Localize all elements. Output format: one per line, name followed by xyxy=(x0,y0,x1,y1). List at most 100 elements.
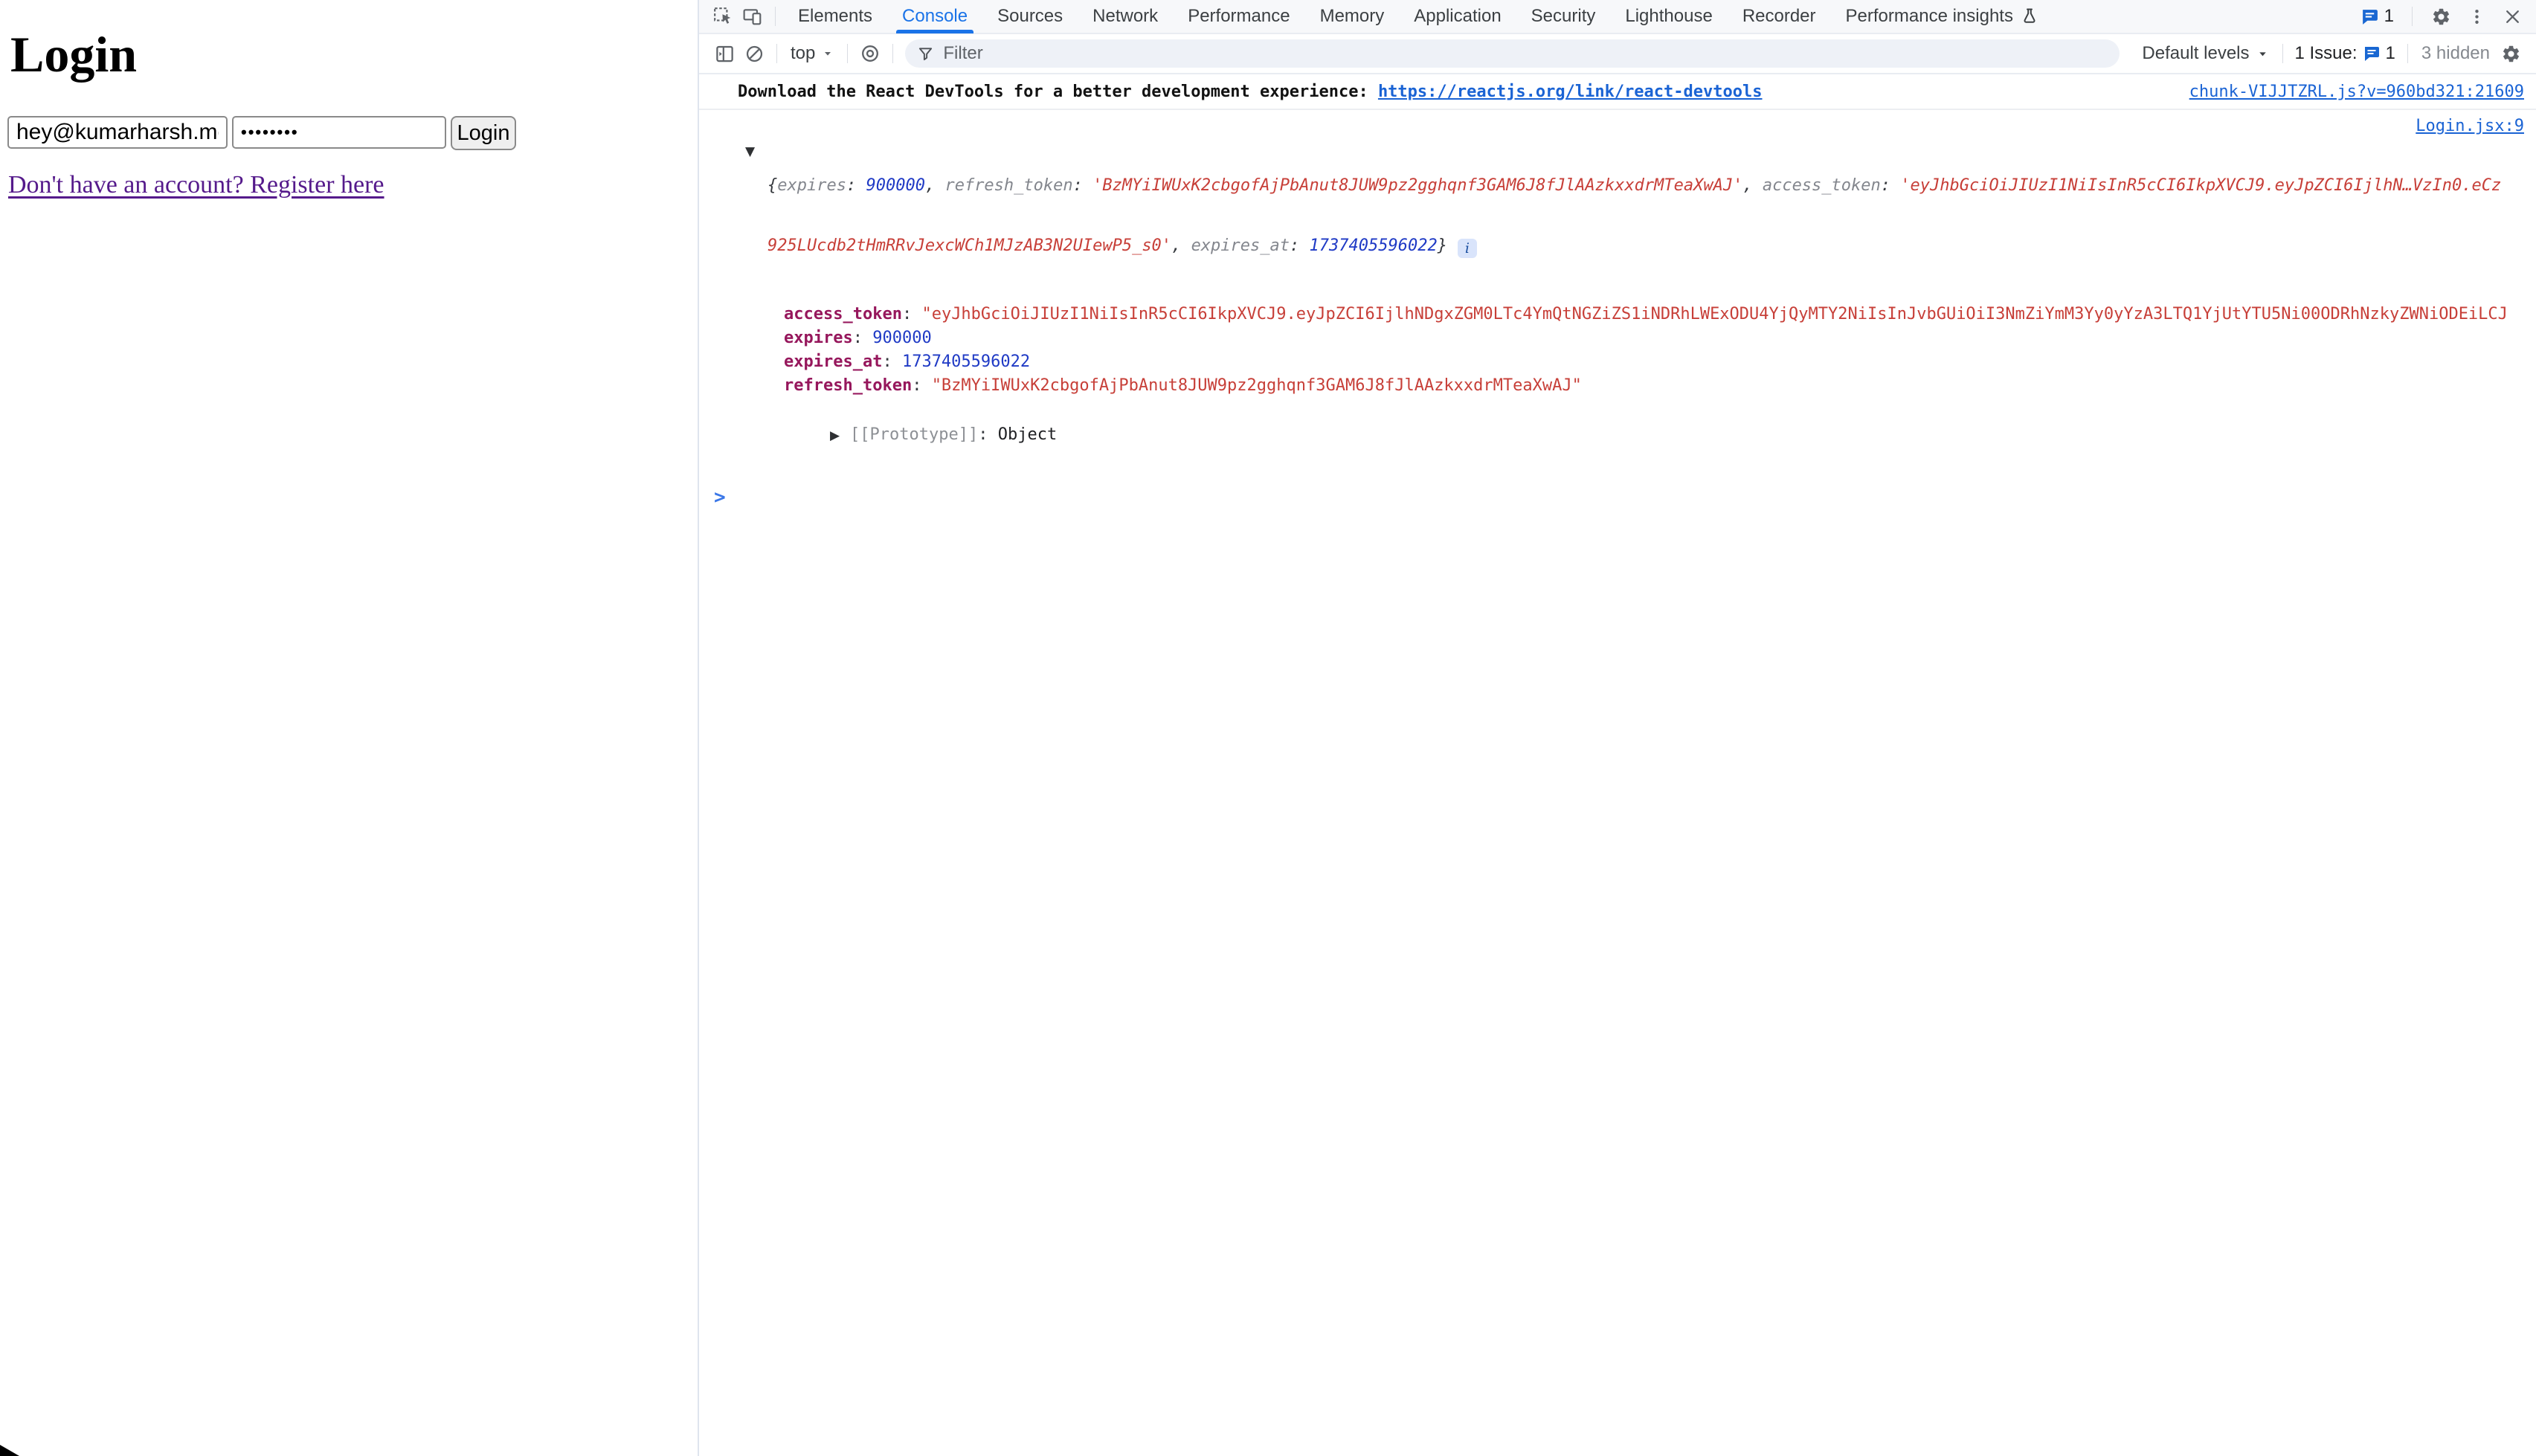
tab-application[interactable]: Application xyxy=(1399,0,1516,33)
page-title: Login xyxy=(10,25,137,84)
separator xyxy=(2412,7,2413,26)
inspect-element-icon[interactable] xyxy=(708,1,738,32)
prototype-colon: : xyxy=(978,425,998,444)
property-colon: : xyxy=(912,376,932,395)
tab-network[interactable]: Network xyxy=(1078,0,1173,33)
tabbar-right-controls: 1 xyxy=(2356,1,2527,32)
console-sidebar-icon[interactable] xyxy=(709,39,739,68)
clear-console-icon[interactable] xyxy=(739,39,769,68)
preview-segment: : xyxy=(1290,236,1310,255)
console-settings-gear-icon[interactable] xyxy=(2496,39,2526,68)
prototype-label: [[Prototype]] xyxy=(850,425,978,444)
password-field[interactable] xyxy=(232,116,446,149)
preview-segment: : xyxy=(1073,176,1093,195)
tab-label: Performance xyxy=(1188,6,1290,27)
register-link[interactable]: Don't have an account? Register here xyxy=(8,171,384,199)
login-page: Login Login Don't have an account? Regis… xyxy=(0,0,696,1456)
object-preview: {expires: 900000, refresh_token: 'BzMYiI… xyxy=(767,110,2536,298)
context-selector[interactable]: top xyxy=(785,43,840,64)
console-prompt-row[interactable]: > xyxy=(699,477,2536,509)
tab-label: Console xyxy=(902,6,968,27)
object-expand-arrow[interactable]: ▼ xyxy=(745,144,755,159)
prototype-expand-arrow[interactable]: ▶ xyxy=(830,428,840,443)
tab-performance[interactable]: Performance xyxy=(1173,0,1304,33)
preview-segment: , xyxy=(1742,176,1763,195)
separator xyxy=(2407,44,2408,63)
separator xyxy=(775,7,776,26)
issues-bubble-icon xyxy=(2360,7,2379,26)
context-selector-label: top xyxy=(791,43,815,64)
tab-label: Lighthouse xyxy=(1625,6,1712,27)
property-colon: : xyxy=(902,305,922,323)
prototype-row: ▶ [[Prototype]]: Object xyxy=(751,399,2536,471)
close-devtools-icon[interactable] xyxy=(2497,1,2527,32)
issues-counter[interactable]: 1 xyxy=(2356,6,2398,27)
preview-segment: : xyxy=(846,176,866,195)
issues-label: 1 Issue: xyxy=(2295,43,2358,64)
tab-label: Elements xyxy=(798,6,872,27)
react-devtools-link[interactable]: https://reactjs.org/link/react-devtools xyxy=(1378,83,1763,101)
log-levels-label: Default levels xyxy=(2142,43,2249,64)
property-row-expires_at: expires_at: 1737405596022 xyxy=(784,350,2536,374)
kebab-menu-icon[interactable] xyxy=(2462,1,2491,32)
login-button[interactable]: Login xyxy=(451,116,516,150)
hidden-messages-label[interactable]: 3 hidden xyxy=(2416,43,2496,64)
separator xyxy=(776,44,777,63)
property-row-refresh_token: refresh_token: "BzMYiIWUxK2cbgofAjPbAnut… xyxy=(784,374,2536,398)
preview-segment: } xyxy=(1438,236,1447,255)
cursor-artifact xyxy=(0,1445,19,1456)
tab-sources[interactable]: Sources xyxy=(982,0,1078,33)
object-preview-line1: {expires: 900000, refresh_token: 'BzMYiI… xyxy=(767,175,2536,196)
tab-label: Application xyxy=(1414,6,1501,27)
property-value: 1737405596022 xyxy=(902,352,1030,371)
email-field[interactable] xyxy=(7,116,228,149)
login-form: Login xyxy=(7,116,516,150)
toggle-device-toolbar-icon[interactable] xyxy=(738,1,767,32)
tab-memory[interactable]: Memory xyxy=(1305,0,1400,33)
tab-console[interactable]: Console xyxy=(887,0,982,33)
property-key: expires_at xyxy=(784,352,882,371)
settings-gear-icon[interactable] xyxy=(2426,1,2456,32)
react-devtools-message: Download the React DevTools for a better… xyxy=(738,83,1378,101)
source-link-chunk[interactable]: chunk-VIJJTZRL.js?v=960bd321:21609 xyxy=(2189,83,2524,101)
tab-security[interactable]: Security xyxy=(1516,0,1611,33)
preview-segment: refresh_token xyxy=(944,176,1072,195)
tab-label: Performance insights xyxy=(1846,6,2013,27)
object-preview-line2: 925LUcdb2tHmRRvJexcWCh1MJzAB3N2UIewP5_s0… xyxy=(767,236,2536,258)
info-badge-icon[interactable]: i xyxy=(1458,239,1477,258)
console-messages: Download the React DevTools for a better… xyxy=(699,74,2536,509)
preview-segment: 900000 xyxy=(866,176,924,195)
tab-performance-insights[interactable]: Performance insights xyxy=(1831,0,2053,33)
toolbar-issues-counter[interactable]: 1 Issue: 1 xyxy=(2291,43,2400,64)
tab-label: Recorder xyxy=(1742,6,1816,27)
separator xyxy=(2282,44,2283,63)
property-value: 900000 xyxy=(872,329,931,347)
log-levels-selector[interactable]: Default levels xyxy=(2136,43,2274,64)
tab-label: Network xyxy=(1092,6,1158,27)
devtools-tabs: Elements Console Sources Network Performance… xyxy=(783,0,2053,33)
separator xyxy=(847,44,848,63)
source-link-login-jsx[interactable]: Login.jsx:9 xyxy=(2416,117,2524,135)
tab-recorder[interactable]: Recorder xyxy=(1728,0,1831,33)
property-value: "BzMYiIWUxK2cbgofAjPbAnut8JUW9pz2gghqnf3… xyxy=(932,376,1582,395)
preview-segment: 'eyJhbGciOiJIUzI1NiIsInR5cCI6IkpXVCJ9.ey… xyxy=(1900,176,2501,195)
property-value: "eyJhbGciOiJIUzI1NiIsInR5cCI6IkpXVCJ9.ey… xyxy=(921,305,2507,323)
preview-segment: , xyxy=(1171,236,1191,255)
flask-experiment-icon xyxy=(2021,7,2038,25)
tab-label: Security xyxy=(1531,6,1596,27)
preview-segment: : xyxy=(1881,176,1901,195)
property-key: access_token xyxy=(784,305,902,323)
preview-segment: access_token xyxy=(1763,176,1881,195)
filter-input[interactable]: Filter xyxy=(905,39,2120,68)
object-properties: access_token: "eyJhbGciOiJIUzI1NiIsInR5c… xyxy=(784,303,2536,398)
property-key: refresh_token xyxy=(784,376,912,395)
live-expression-eye-icon[interactable] xyxy=(855,39,885,68)
preview-segment: expires xyxy=(777,176,846,195)
tab-lighthouse[interactable]: Lighthouse xyxy=(1610,0,1727,33)
preview-segment: { xyxy=(767,176,777,195)
prototype-value: Object xyxy=(998,425,1057,444)
toolbar-issues-count: 1 xyxy=(2386,43,2395,64)
tab-elements[interactable]: Elements xyxy=(783,0,887,33)
prompt-chevron: > xyxy=(714,486,726,509)
preview-segment: , xyxy=(925,176,945,195)
